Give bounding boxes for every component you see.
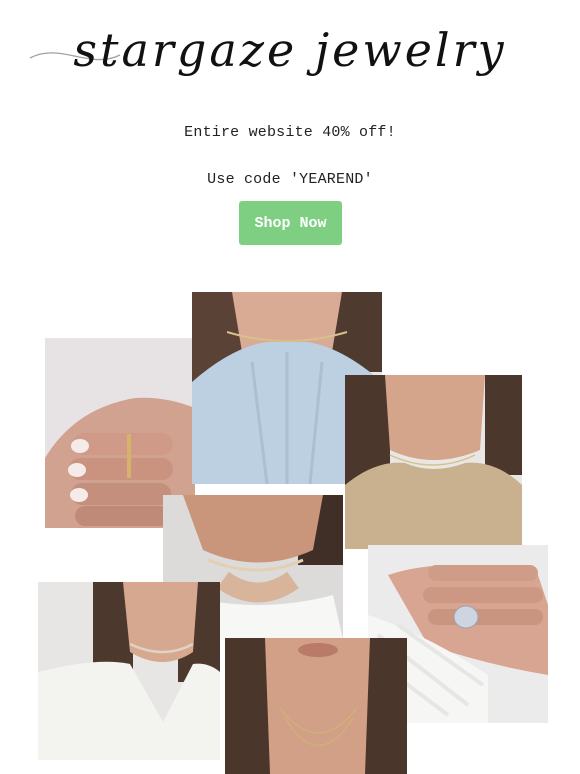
- promo-headline: Entire website 40% off!: [184, 124, 396, 141]
- photo-white-sweater-choker[interactable]: [38, 582, 220, 760]
- shop-now-button[interactable]: Shop Now: [239, 201, 342, 245]
- brand-logo: stargaze jewelry: [29, 23, 506, 77]
- photo-sweater-necklace[interactable]: [345, 375, 522, 549]
- photo-layered-necklace[interactable]: [225, 638, 407, 774]
- brand-logo-text: stargaze jewelry: [73, 23, 506, 77]
- promo-code: Use code 'YEAREND': [207, 171, 373, 188]
